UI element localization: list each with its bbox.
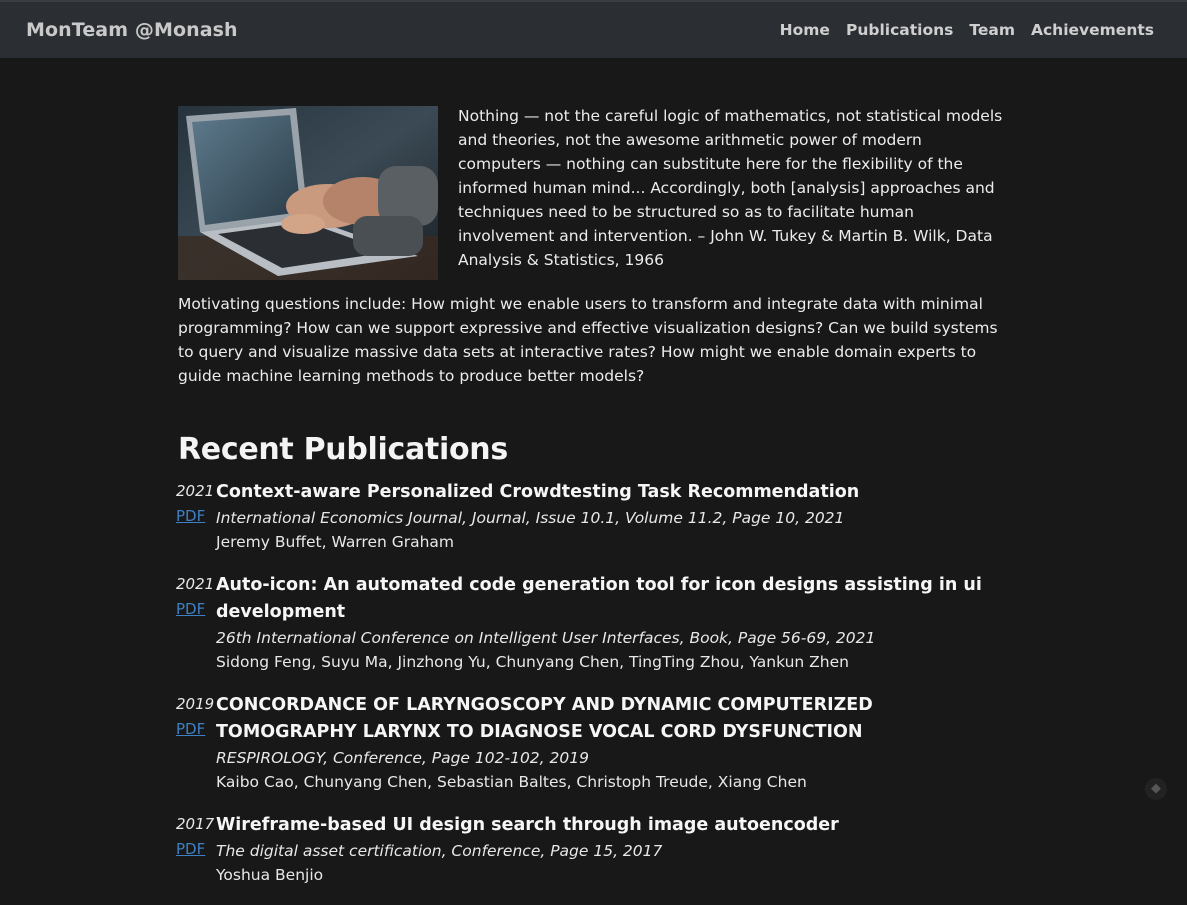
publication-authors: Jeremy Buffet, Warren Graham <box>216 533 455 551</box>
nav-link-achievements[interactable]: Achievements <box>1031 21 1154 39</box>
publication-item: 2017 PDF Wireframe-based UI design searc… <box>176 812 1008 887</box>
laptop-typing-image <box>178 106 438 280</box>
publication-venue: The digital asset certification, Confere… <box>216 842 663 860</box>
publication-venue: International Economics Journal, Journal… <box>216 509 845 527</box>
publication-title: Auto-icon: An automated code generation … <box>216 575 982 622</box>
publication-venue: 26th International Conference on Intelli… <box>216 629 876 647</box>
publication-year: 2021 <box>176 482 215 500</box>
publication-authors: Sidong Feng, Suyu Ma, Jinzhong Yu, Chuny… <box>216 653 849 671</box>
publication-year: 2019 <box>176 695 215 713</box>
site-brand[interactable]: MonTeam @Monash <box>26 19 238 41</box>
publication-authors: Kaibo Cao, Chunyang Chen, Sebastian Balt… <box>216 773 807 791</box>
publication-authors: Yoshua Benjio <box>216 866 324 884</box>
publication-item: 2021 PDF Auto-icon: An automated code ge… <box>176 572 1008 674</box>
intro-section: Nothing — not the careful logic of mathe… <box>178 104 1008 408</box>
publication-pdf-link[interactable]: PDF <box>176 507 205 525</box>
nav-link-home[interactable]: Home <box>780 21 830 39</box>
publication-year: 2017 <box>176 815 215 833</box>
nav-links: Home Publications Team Achievements <box>780 21 1154 39</box>
publication-title: CONCORDANCE OF LARYNGOSCOPY AND DYNAMIC … <box>216 695 873 742</box>
publication-title: Context-aware Personalized Crowdtesting … <box>216 482 860 502</box>
navbar: MonTeam @Monash Home Publications Team A… <box>0 0 1187 58</box>
scroll-to-top-icon[interactable]: ◆ <box>1145 778 1167 800</box>
recent-publications-heading: Recent Publications <box>178 432 508 467</box>
publication-pdf-link[interactable]: PDF <box>176 600 205 618</box>
nav-link-team[interactable]: Team <box>969 21 1015 39</box>
publication-venue: RESPIROLOGY, Conference, Page 102-102, 2… <box>216 749 589 767</box>
publication-item: 2021 PDF Context-aware Personalized Crow… <box>176 479 1008 554</box>
main-content: Nothing — not the careful logic of mathe… <box>176 104 1008 905</box>
publication-item: 2019 PDF CONCORDANCE OF LARYNGOSCOPY AND… <box>176 692 1008 794</box>
publication-pdf-link[interactable]: PDF <box>176 720 205 738</box>
publication-title: Wireframe-based UI design search through… <box>216 815 839 835</box>
nav-link-publications[interactable]: Publications <box>846 21 953 39</box>
publication-year: 2021 <box>176 575 215 593</box>
intro-questions: Motivating questions include: How might … <box>178 295 998 385</box>
publication-pdf-link[interactable]: PDF <box>176 840 205 858</box>
